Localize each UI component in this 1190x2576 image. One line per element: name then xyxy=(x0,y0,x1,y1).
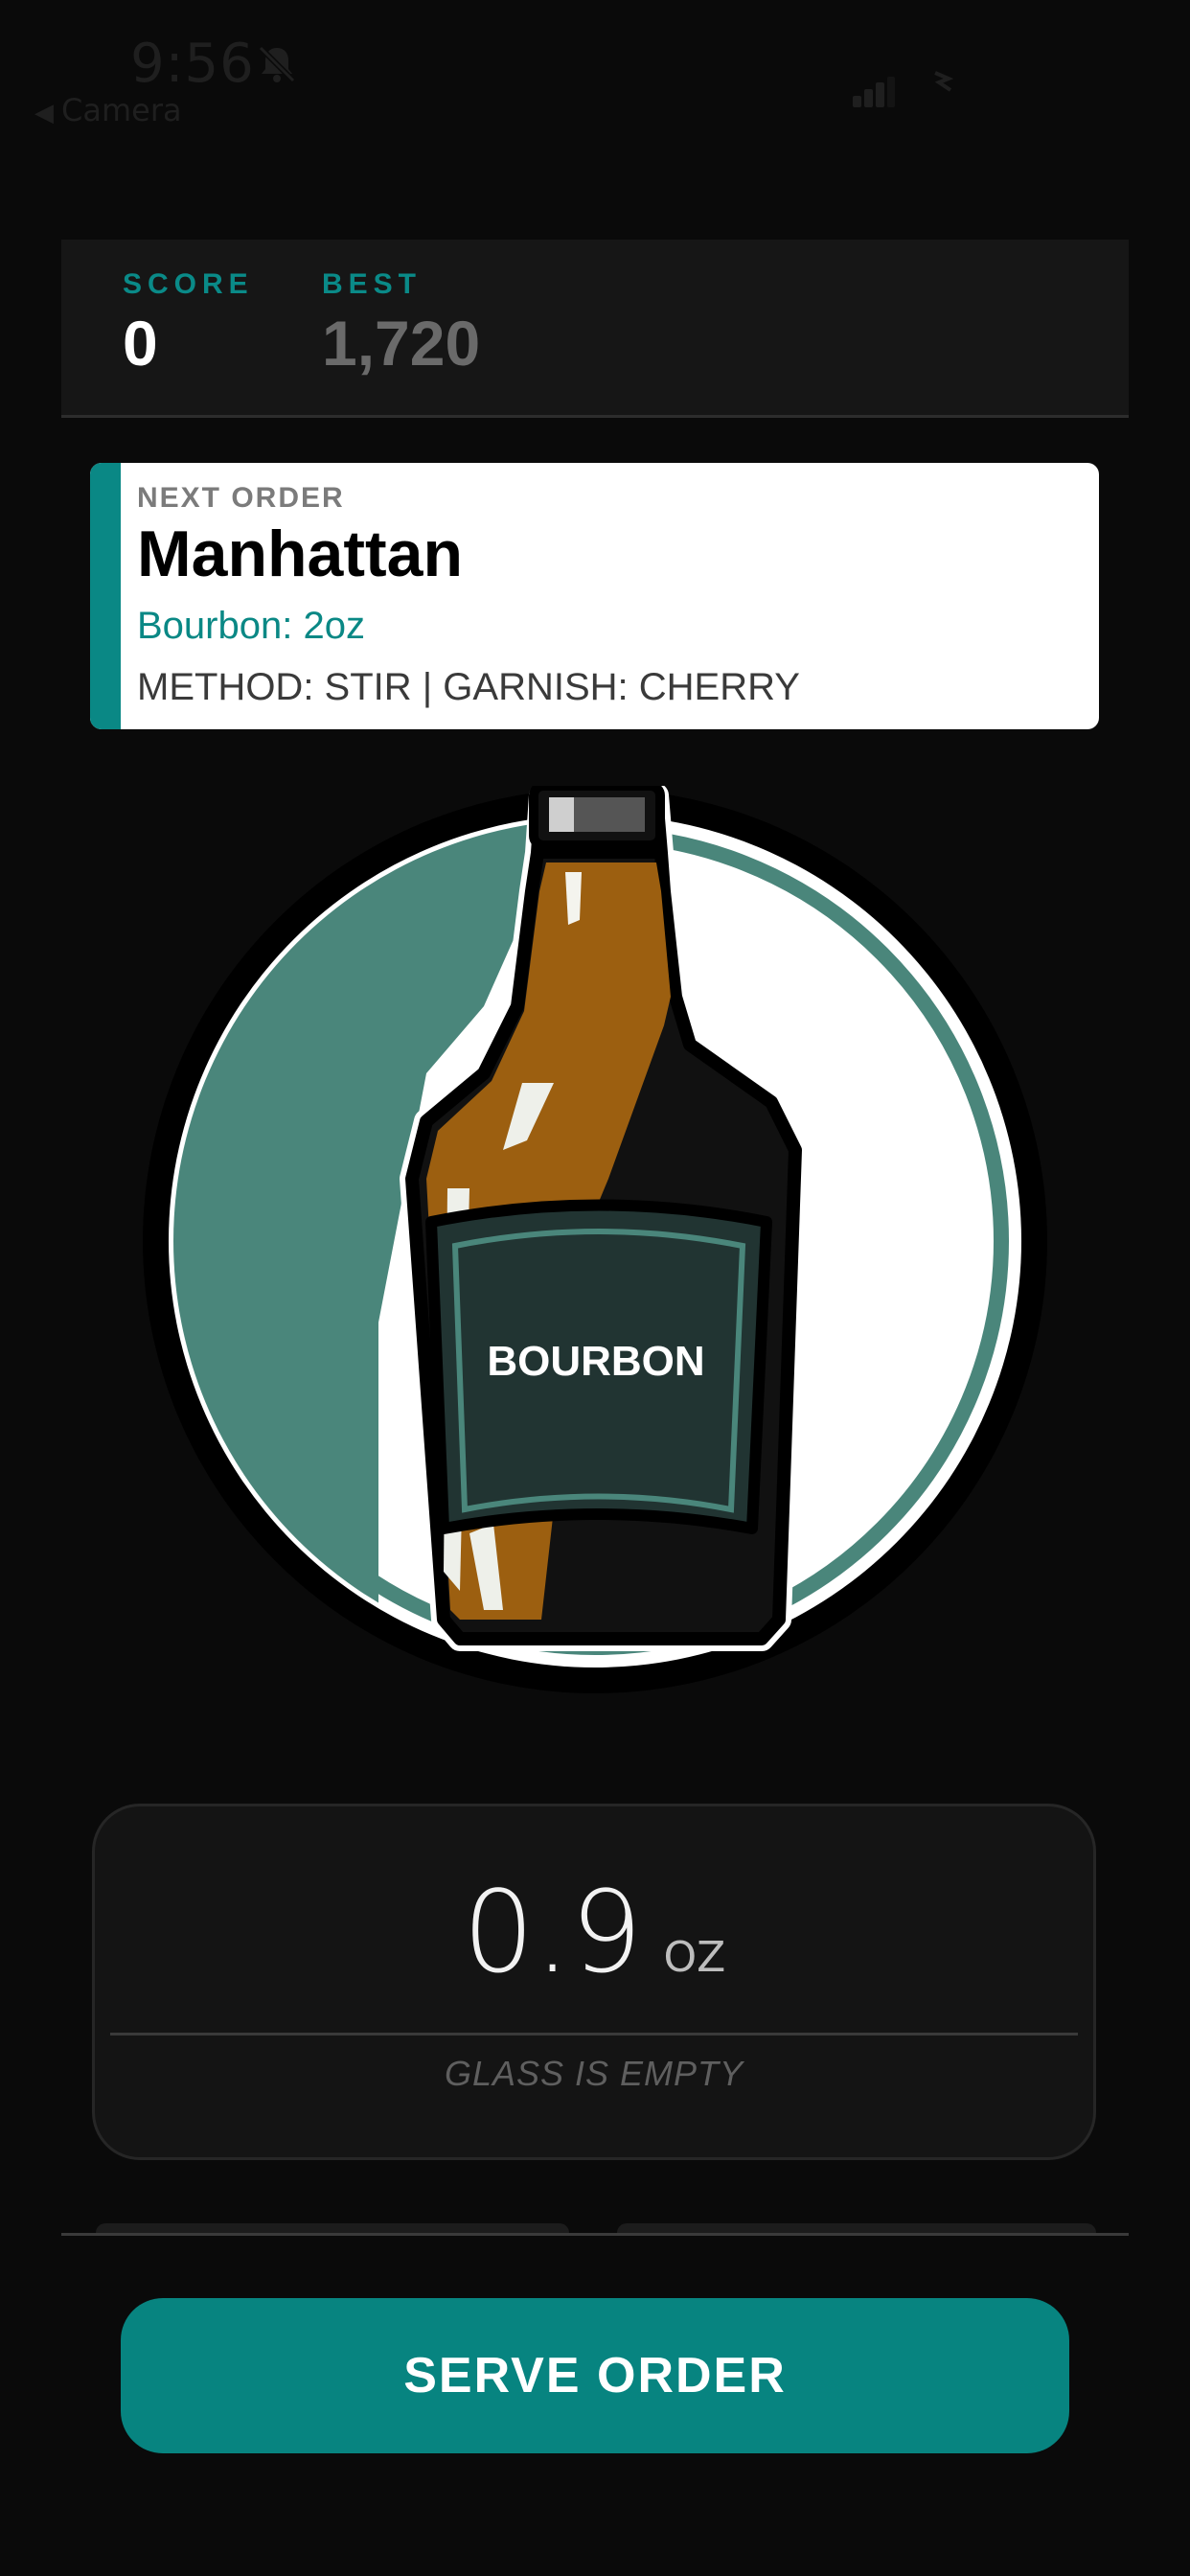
order-card: NEXT ORDER Manhattan Bourbon: 2oz METHOD… xyxy=(90,463,1099,729)
back-to-camera-link[interactable]: ◀ Camera xyxy=(34,92,182,128)
bell-slash-icon xyxy=(258,45,296,83)
status-time: 9:56 xyxy=(130,33,255,95)
order-accent-bar xyxy=(90,463,121,729)
back-arrow-icon: ◀ xyxy=(34,99,54,127)
measure-amount: 0.9 xyxy=(462,1866,643,1998)
order-ingredient: Bourbon: 2oz xyxy=(137,605,365,647)
best-value: 1,720 xyxy=(322,308,481,379)
hidden-panel-right xyxy=(617,2223,1096,2233)
glass-status: GLASS IS EMPTY xyxy=(444,2054,744,2093)
measure-panel: 0.9 OZ GLASS IS EMPTY xyxy=(92,1804,1096,2160)
score-value: 0 xyxy=(123,308,158,379)
measure-divider xyxy=(110,2033,1078,2036)
score-label: SCORE xyxy=(123,268,254,300)
order-kicker: NEXT ORDER xyxy=(137,482,345,514)
score-stat: SCORE 0 xyxy=(123,268,254,380)
order-title: Manhattan xyxy=(137,518,463,590)
measure-unit: OZ xyxy=(663,1933,726,1982)
best-label: BEST xyxy=(322,268,423,300)
signal-icon xyxy=(853,77,895,107)
back-camera-label: Camera xyxy=(61,92,182,128)
hidden-panel-left xyxy=(96,2223,569,2233)
score-panel: SCORE 0 BEST 1,720 xyxy=(61,240,1129,418)
wifi-icon xyxy=(934,71,954,92)
serve-order-button[interactable]: SERVE ORDER xyxy=(121,2298,1069,2453)
lower-divider xyxy=(61,2233,1129,2236)
bottle-label-text: BOURBON xyxy=(487,1338,704,1385)
order-method: METHOD: STIR | GARNISH: CHERRY xyxy=(137,666,800,708)
measure-readout: 0.9 OZ xyxy=(95,1866,1093,1998)
bottle-pour-area[interactable]: BOURBON xyxy=(139,786,1049,1706)
best-stat: BEST 1,720 xyxy=(322,268,480,380)
